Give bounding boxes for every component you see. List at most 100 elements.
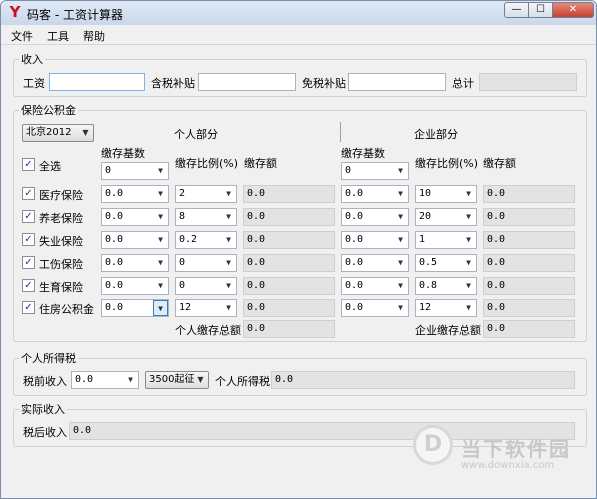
company-base-combo[interactable]: 0.0 ▼ [341, 185, 409, 203]
menu-file[interactable]: 文件 [11, 28, 33, 44]
taxfree-allowance-input[interactable] [348, 73, 446, 91]
company-ratio-combo[interactable]: 10 ▼ [415, 185, 477, 203]
threshold-select[interactable]: 3500起征 ▼ [145, 371, 209, 389]
personal-ratio-combo[interactable]: 0.2 ▼ [175, 231, 237, 249]
combo-value: 1 [419, 234, 426, 245]
pretax-combo[interactable]: 0.0 ▼ [71, 371, 139, 389]
chevron-down-icon: ▼ [461, 300, 476, 316]
maximize-button[interactable]: ☐ [529, 2, 553, 18]
combo-value: 0.0 [105, 234, 124, 245]
combo-value: 10 [419, 188, 432, 199]
menu-tools[interactable]: 工具 [47, 28, 69, 44]
aftertax-label: 税后收入 [23, 426, 67, 439]
app-window: Y 码客 - 工资计算器 — ☐ ✕ 文件 工具 帮助 收入 工资 含税补贴 免… [0, 0, 597, 499]
chevron-down-icon: ▼ [153, 300, 168, 316]
chevron-down-icon: ▼ [393, 163, 408, 179]
app-logo-icon: Y [9, 3, 21, 21]
client-area: 收入 工资 含税补贴 免税补贴 总计 保险公积金 北京2012 ▼ 个人部分 企… [1, 45, 596, 498]
company-ratio-combo[interactable]: 12 ▼ [415, 299, 477, 317]
company-base-combo[interactable]: 0.0 ▼ [341, 208, 409, 226]
city-select-value: 北京2012 [26, 127, 72, 138]
personal-ratio-combo[interactable]: 8 ▼ [175, 208, 237, 226]
threshold-value: 3500起征 [149, 374, 195, 385]
company-ratio-combo[interactable]: 0.5 ▼ [415, 254, 477, 272]
company-base-combo[interactable]: 0 ▼ [341, 162, 409, 180]
watermark-text: 当下软件园 [461, 437, 571, 461]
combo-value: 0.8 [419, 280, 438, 291]
company-amount: 0.0 [483, 299, 575, 317]
select-all-checkbox[interactable]: ✓ [22, 158, 35, 171]
menu-help[interactable]: 帮助 [83, 28, 105, 44]
company-ratio-combo[interactable]: 20 ▼ [415, 208, 477, 226]
combo-value: 12 [179, 302, 192, 313]
row-checkbox[interactable]: ✓ [22, 279, 35, 292]
company-total-value: 0.0 [483, 320, 575, 338]
combo-value: 0.5 [419, 257, 438, 268]
personal-ratio-header: 缴存比例(%) [175, 157, 239, 170]
personal-ratio-combo[interactable]: 2 ▼ [175, 185, 237, 203]
company-base-combo[interactable]: 0.0 ▼ [341, 231, 409, 249]
combo-value: 12 [419, 302, 432, 313]
company-amount: 0.0 [483, 231, 575, 249]
combo-value: 0.0 [345, 234, 364, 245]
chevron-down-icon: ▼ [221, 278, 236, 294]
chevron-down-icon: ▼ [461, 186, 476, 202]
personal-amount-header: 缴存额 [244, 157, 277, 170]
city-select[interactable]: 北京2012 ▼ [22, 124, 94, 142]
total-label: 总计 [452, 77, 474, 90]
taxable-allowance-input[interactable] [198, 73, 296, 91]
row-label: 住房公积金 [39, 303, 94, 316]
pretax-value: 0.0 [75, 374, 94, 385]
personal-base-combo[interactable]: 0 ▼ [101, 162, 169, 180]
chevron-down-icon: ▼ [153, 163, 168, 179]
minimize-button[interactable]: — [504, 2, 529, 18]
personal-base-combo[interactable]: 0.0 ▼ [101, 185, 169, 203]
chevron-down-icon: ▼ [221, 232, 236, 248]
personal-ratio-combo[interactable]: 0 ▼ [175, 254, 237, 272]
taxfree-allowance-label: 免税补贴 [302, 77, 346, 90]
row-checkbox[interactable]: ✓ [22, 233, 35, 246]
personal-ratio-combo[interactable]: 0 ▼ [175, 277, 237, 295]
row-checkbox[interactable]: ✓ [22, 210, 35, 223]
chevron-down-icon: ▼ [153, 232, 168, 248]
personal-ratio-combo[interactable]: 12 ▼ [175, 299, 237, 317]
personal-base-combo[interactable]: 0.0 ▼ [101, 277, 169, 295]
row-checkbox[interactable]: ✓ [22, 301, 35, 314]
chevron-down-icon: ▼ [393, 300, 408, 316]
select-all-label: 全选 [39, 160, 61, 173]
row-checkbox[interactable]: ✓ [22, 256, 35, 269]
close-button[interactable]: ✕ [553, 2, 594, 18]
insurance-legend: 保险公积金 [19, 102, 78, 118]
chevron-down-icon: ▼ [461, 255, 476, 271]
combo-value: 0.0 [345, 257, 364, 268]
personal-base-combo[interactable]: 0.0 ▼ [101, 231, 169, 249]
chevron-down-icon: ▼ [393, 209, 408, 225]
row-checkbox[interactable]: ✓ [22, 187, 35, 200]
personal-amount: 0.0 [243, 277, 335, 295]
combo-value: 0 [179, 257, 186, 268]
company-ratio-combo[interactable]: 0.8 ▼ [415, 277, 477, 295]
chevron-down-icon: ▼ [221, 186, 236, 202]
company-base-header: 缴存基数 [341, 147, 385, 160]
company-base-combo[interactable]: 0.0 ▼ [341, 277, 409, 295]
chevron-down-icon: ▼ [197, 375, 204, 384]
company-ratio-combo[interactable]: 1 ▼ [415, 231, 477, 249]
chevron-down-icon: ▼ [153, 278, 168, 294]
combo-value: 0.0 [105, 280, 124, 291]
personal-amount: 0.0 [243, 254, 335, 272]
personal-base-combo[interactable]: 0.0 ▼ [101, 208, 169, 226]
combo-value: 8 [179, 211, 186, 222]
personal-header: 个人部分 [174, 128, 218, 141]
salary-input[interactable] [49, 73, 145, 91]
company-base-combo[interactable]: 0.0 ▼ [341, 254, 409, 272]
company-ratio-header: 缴存比例(%) [415, 157, 479, 170]
personal-base-combo[interactable]: 0.0 ▼ [101, 254, 169, 272]
company-base-combo[interactable]: 0.0 ▼ [341, 299, 409, 317]
combo-value: 0.0 [345, 211, 364, 222]
combo-value: 20 [419, 211, 432, 222]
personal-base-combo[interactable]: 0.0 ▼ [101, 299, 169, 317]
combo-value: 0.0 [345, 188, 364, 199]
tax-legend: 个人所得税 [19, 350, 78, 366]
company-base-value: 0 [345, 165, 352, 176]
row-label: 医疗保险 [39, 189, 83, 202]
